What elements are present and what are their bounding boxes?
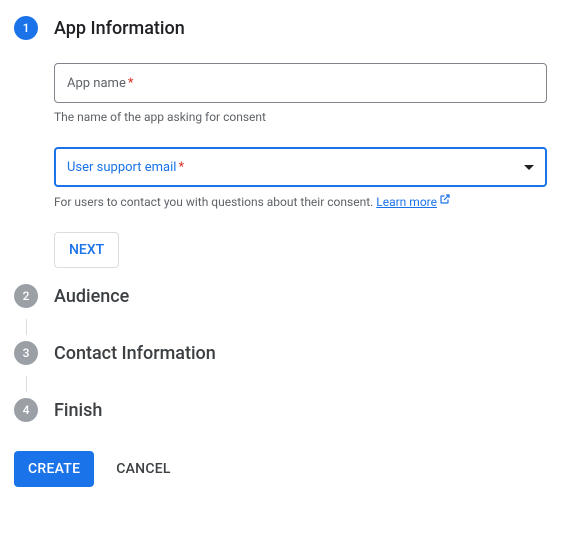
step-title: App Information	[54, 16, 547, 41]
app-name-helper: The name of the app asking for consent	[54, 109, 547, 125]
support-email-dropdown[interactable]: User support email*	[54, 147, 547, 187]
step-connector	[26, 376, 27, 392]
step-contact-information[interactable]: 3 Contact Information	[14, 341, 547, 370]
learn-more-link[interactable]: Learn more	[376, 195, 451, 209]
create-button[interactable]: CREATE	[14, 451, 94, 487]
step-indicator: 2	[14, 284, 38, 308]
support-email-group: User support email* For users to contact…	[54, 147, 547, 210]
step-indicator: 3	[14, 341, 38, 365]
step-content: App name* The name of the app asking for…	[54, 41, 547, 280]
external-link-icon	[439, 193, 451, 209]
support-email-label: User support email*	[67, 160, 184, 175]
cancel-button[interactable]: CANCEL	[102, 451, 184, 487]
app-name-label: App name*	[67, 76, 133, 91]
step-title: Contact Information	[54, 341, 547, 366]
footer-actions: CREATE CANCEL	[14, 451, 547, 487]
step-app-information: 1 App Information App name* The name of …	[14, 16, 547, 284]
step-title: Finish	[54, 398, 547, 423]
step-indicator: 4	[14, 398, 38, 422]
step-number-badge: 2	[14, 284, 38, 308]
next-button[interactable]: NEXT	[54, 232, 119, 268]
step-indicator: 1	[14, 16, 38, 52]
step-number-badge: 1	[14, 16, 38, 40]
step-number-badge: 3	[14, 341, 38, 365]
step-audience[interactable]: 2 Audience	[14, 284, 547, 313]
chevron-down-icon	[524, 165, 534, 170]
step-title: Audience	[54, 284, 547, 309]
step-connector	[26, 319, 27, 335]
app-name-group: App name* The name of the app asking for…	[54, 63, 547, 125]
step-number-badge: 4	[14, 398, 38, 422]
support-email-helper: For users to contact you with questions …	[54, 193, 547, 210]
app-name-input[interactable]: App name*	[54, 63, 547, 103]
step-finish[interactable]: 4 Finish	[14, 398, 547, 427]
